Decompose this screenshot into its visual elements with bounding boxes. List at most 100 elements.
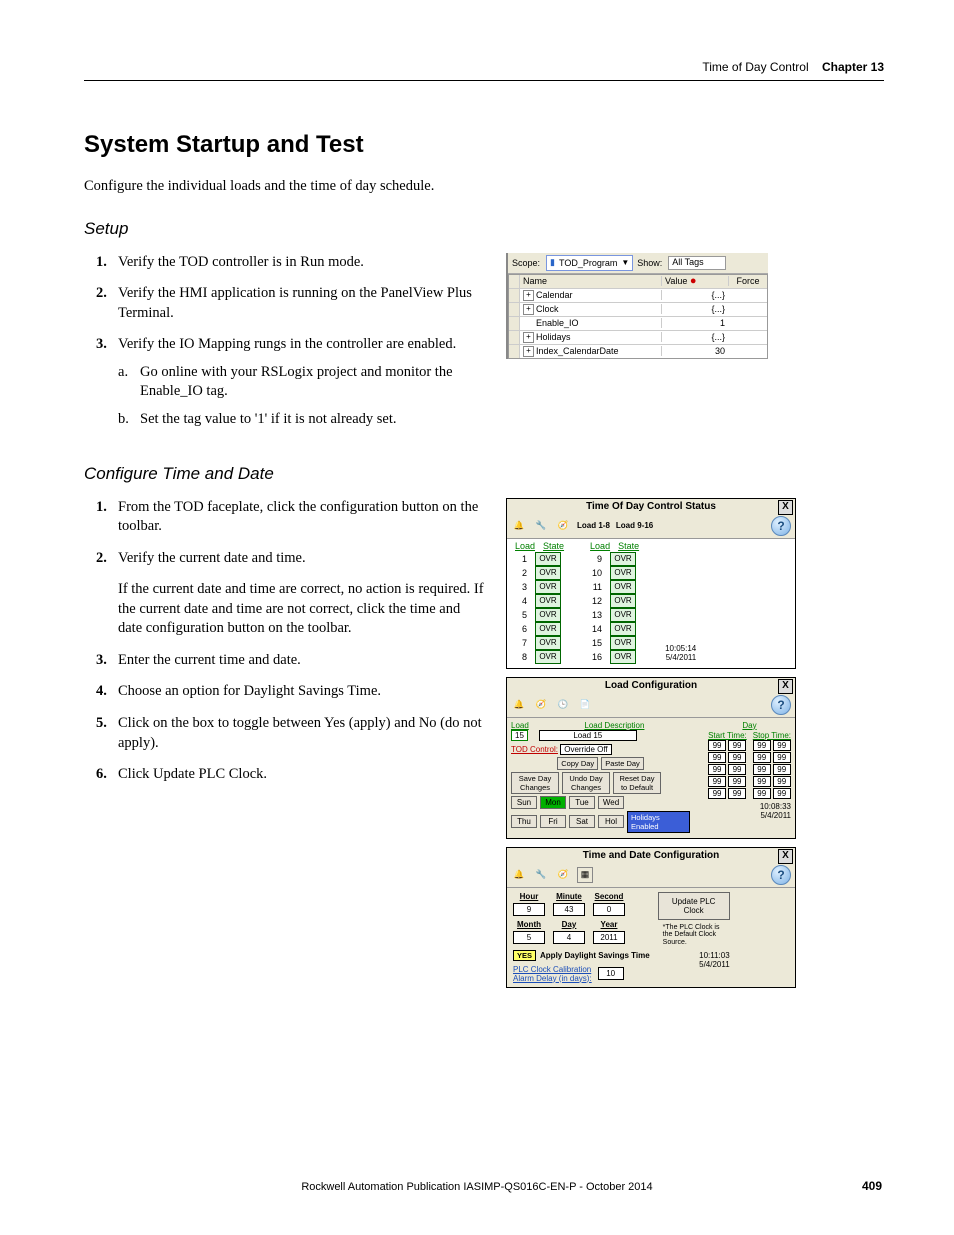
nav-icon[interactable]: 🧭 xyxy=(555,867,571,883)
copy-day-button[interactable]: Copy Day xyxy=(557,757,598,770)
time-cell[interactable]: 99 xyxy=(708,752,726,763)
tod-status-panel: Time Of Day Control Status X 🔔 🔧 🧭 Load … xyxy=(506,498,796,669)
load-state-row: 14OVR xyxy=(590,622,639,636)
time-cell[interactable]: 99 xyxy=(753,776,771,787)
time-cell[interactable]: 99 xyxy=(753,764,771,775)
expand-icon[interactable]: + xyxy=(523,332,534,343)
config-icon[interactable]: 🔧 xyxy=(533,867,549,883)
clock-icon[interactable]: 🕒 xyxy=(555,697,571,713)
day-button-tue[interactable]: Tue xyxy=(569,796,595,809)
day-button-fri[interactable]: Fri xyxy=(540,815,566,828)
tod-control-field[interactable]: Override Off xyxy=(560,744,611,755)
close-icon[interactable]: X xyxy=(778,500,793,515)
tag-row[interactable]: +Calendar {...} xyxy=(509,289,767,303)
expand-icon[interactable]: + xyxy=(523,346,534,357)
show-label: Show: xyxy=(637,258,662,268)
cfg-step-2: Verify the current date and time. xyxy=(84,549,484,569)
calibration-input[interactable]: 10 xyxy=(598,967,624,980)
alarm-icon[interactable]: 🔔 xyxy=(511,697,527,713)
state-badge: OVR xyxy=(610,608,636,622)
clock-source-note: *The PLC Clock is the Default Clock Sour… xyxy=(663,924,725,947)
setup-step-1: Verify the TOD controller is in Run mode… xyxy=(84,253,484,273)
time-cell[interactable]: 99 xyxy=(773,776,791,787)
setup-step-3a: Go online with your RSLogix project and … xyxy=(118,363,484,402)
tag-row[interactable]: Enable_IO 1 xyxy=(509,317,767,331)
help-icon[interactable]: ? xyxy=(771,516,791,536)
load-1-8-button[interactable]: Load 1-8 xyxy=(577,521,610,530)
time-cell[interactable]: 99 xyxy=(728,752,746,763)
config-icon[interactable]: 🔧 xyxy=(533,518,549,534)
load-state-row: 2OVR xyxy=(515,566,564,580)
time-cell[interactable]: 99 xyxy=(708,776,726,787)
status-time: 10:05:14 xyxy=(665,644,696,653)
load-state-row: 7OVR xyxy=(515,636,564,650)
day-button-hol[interactable]: Hol xyxy=(598,815,624,828)
time-cell[interactable]: 99 xyxy=(708,764,726,775)
nav-icon[interactable]: 🧭 xyxy=(555,518,571,534)
time-cell[interactable]: 99 xyxy=(728,788,746,799)
time-cell[interactable]: 99 xyxy=(773,752,791,763)
tdcfg-time: 10:11:03 xyxy=(699,951,730,960)
close-icon[interactable]: X xyxy=(778,679,793,694)
alarm-icon[interactable]: 🔔 xyxy=(511,518,527,534)
day-button-thu[interactable]: Thu xyxy=(511,815,537,828)
day-button-mon[interactable]: Mon xyxy=(540,796,566,809)
second-input[interactable]: 0 xyxy=(593,903,625,916)
help-icon[interactable]: ? xyxy=(771,865,791,885)
tag-row[interactable]: +Index_CalendarDate 30 xyxy=(509,345,767,358)
day-button-wed[interactable]: Wed xyxy=(598,796,624,809)
time-cell[interactable]: 99 xyxy=(753,788,771,799)
holidays-enabled-button[interactable]: Holidays Enabled xyxy=(627,811,690,833)
show-filter-input[interactable]: All Tags xyxy=(668,256,726,270)
expand-icon[interactable]: + xyxy=(523,304,534,315)
hour-input[interactable]: 9 xyxy=(513,903,545,916)
state-badge: OVR xyxy=(610,566,636,580)
load-state-row: 11OVR xyxy=(590,580,639,594)
calendar-icon[interactable]: ▦ xyxy=(577,867,593,883)
time-cell[interactable]: 99 xyxy=(773,740,791,751)
day-input[interactable]: 4 xyxy=(553,931,585,944)
section-heading: System Startup and Test xyxy=(84,131,884,159)
time-cell[interactable]: 99 xyxy=(753,752,771,763)
paste-day-button[interactable]: Paste Day xyxy=(601,757,644,770)
dst-toggle[interactable]: YES xyxy=(513,950,536,961)
time-cell[interactable]: 99 xyxy=(728,740,746,751)
alarm-icon[interactable]: 🔔 xyxy=(511,867,527,883)
close-icon[interactable]: X xyxy=(778,849,793,864)
cfg-step-3: Enter the current time and date. xyxy=(84,651,484,671)
time-cell[interactable]: 99 xyxy=(753,740,771,751)
expand-icon[interactable]: + xyxy=(523,290,534,301)
time-cell[interactable]: 99 xyxy=(773,764,791,775)
year-input[interactable]: 2011 xyxy=(593,931,625,944)
calendar-icon[interactable]: 📄 xyxy=(577,697,593,713)
day-button-sat[interactable]: Sat xyxy=(569,815,595,828)
month-input[interactable]: 5 xyxy=(513,931,545,944)
status-date: 5/4/2011 xyxy=(665,653,696,662)
tag-row[interactable]: +Holidays {...} xyxy=(509,331,767,345)
scope-dropdown[interactable]: ▮ TOD_Program ▼ xyxy=(546,255,633,271)
time-cell[interactable]: 99 xyxy=(728,764,746,775)
time-cell[interactable]: 99 xyxy=(708,740,726,751)
configure-steps: From the TOD faceplate, click the config… xyxy=(84,498,484,569)
setup-heading: Setup xyxy=(84,219,884,239)
time-cell[interactable]: 99 xyxy=(773,788,791,799)
load-state-row: 13OVR xyxy=(590,608,639,622)
time-cell[interactable]: 99 xyxy=(708,788,726,799)
state-badge: OVR xyxy=(610,552,636,566)
save-day-button[interactable]: Save Day Changes xyxy=(511,772,559,794)
load-desc-field[interactable]: Load 15 xyxy=(539,730,637,741)
minute-input[interactable]: 43 xyxy=(553,903,585,916)
nav-icon[interactable]: 🧭 xyxy=(533,697,549,713)
undo-day-button[interactable]: Undo Day Changes xyxy=(562,772,610,794)
load-9-16-button[interactable]: Load 9-16 xyxy=(616,521,653,530)
tag-row[interactable]: +Clock {...} xyxy=(509,303,767,317)
help-icon[interactable]: ? xyxy=(771,695,791,715)
load-number-field[interactable]: 15 xyxy=(511,730,528,741)
time-cell[interactable]: 99 xyxy=(728,776,746,787)
day-button-sun[interactable]: Sun xyxy=(511,796,537,809)
reset-day-button[interactable]: Reset Day to Default xyxy=(613,772,661,794)
cfg-step-5: Click on the box to toggle between Yes (… xyxy=(84,714,484,753)
cfg-step-4: Choose an option for Daylight Savings Ti… xyxy=(84,682,484,702)
panel-title: Time Of Day Control Status xyxy=(586,501,716,512)
update-plc-clock-button[interactable]: Update PLC Clock xyxy=(658,892,730,920)
